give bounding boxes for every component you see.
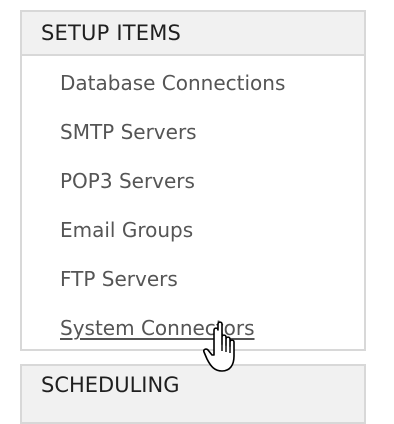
hand-pointer-icon <box>203 321 235 372</box>
menu-item-system-connectors[interactable]: System Connectors <box>22 303 364 352</box>
setup-items-header: SETUP ITEMS <box>22 12 364 56</box>
setup-items-menu: Database Connections SMTP Servers POP3 S… <box>22 58 364 352</box>
setup-items-panel: SETUP ITEMS Database Connections SMTP Se… <box>20 10 366 351</box>
setup-items-title: SETUP ITEMS <box>41 21 182 45</box>
scheduling-header[interactable]: SCHEDULING <box>22 366 364 397</box>
menu-item-pop3-servers[interactable]: POP3 Servers <box>22 156 364 205</box>
menu-item-database-connections[interactable]: Database Connections <box>22 58 364 107</box>
menu-item-ftp-servers[interactable]: FTP Servers <box>22 254 364 303</box>
scheduling-panel: SCHEDULING <box>20 364 366 424</box>
menu-item-email-groups[interactable]: Email Groups <box>22 205 364 254</box>
menu-item-smtp-servers[interactable]: SMTP Servers <box>22 107 364 156</box>
